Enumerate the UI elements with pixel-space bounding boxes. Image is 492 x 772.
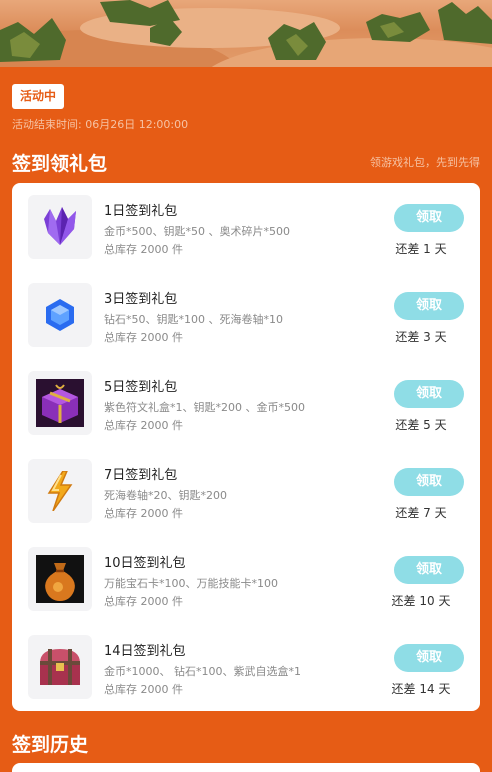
activity-end-time: 活动结束时间: 06月26日 12:00:00 [12, 118, 189, 131]
days-remaining: 还差 10 天 [391, 594, 451, 608]
package-row: 10日签到礼包 万能宝石卡*100、万能技能卡*100 总库存 2000 件 领… [12, 535, 480, 623]
package-title: 10日签到礼包 [104, 556, 186, 571]
status-badge: 活动中 [12, 84, 65, 109]
package-stock: 总库存 2000 件 [104, 243, 183, 256]
claim-button[interactable]: 领取 [394, 556, 464, 584]
blue-diamond-icon [28, 283, 92, 347]
package-stock: 总库存 2000 件 [104, 507, 183, 520]
claim-button[interactable]: 领取 [394, 204, 464, 232]
sign-section-hint: 领游戏礼包，先到先得 [370, 156, 480, 169]
purple-crystal-icon [28, 195, 92, 259]
package-row: 7日签到礼包 死海卷轴*20、钥匙*200 总库存 2000 件 领取 还差 7… [12, 447, 480, 535]
banner-image [0, 0, 492, 67]
treasure-chest-icon [28, 635, 92, 699]
package-stock: 总库存 2000 件 [104, 595, 183, 608]
package-stock: 总库存 2000 件 [104, 419, 183, 432]
package-items: 钻石*50、钥匙*100 、死海卷轴*10 [104, 313, 283, 326]
package-title: 1日签到礼包 [104, 204, 178, 219]
sign-package-list: 1日签到礼包 金币*500、钥匙*50 、奥术碎片*500 总库存 2000 件… [12, 183, 480, 711]
days-remaining: 还差 3 天 [395, 330, 447, 344]
package-title: 3日签到礼包 [104, 292, 178, 307]
package-title: 14日签到礼包 [104, 644, 186, 659]
days-remaining: 还差 5 天 [395, 418, 447, 432]
days-remaining: 还差 14 天 [391, 682, 451, 696]
package-row: 14日签到礼包 金币*1000、 钻石*100、紫武自选盒*1 总库存 2000… [12, 623, 480, 711]
package-row: 1日签到礼包 金币*500、钥匙*50 、奥术碎片*500 总库存 2000 件… [12, 183, 480, 271]
claim-button[interactable]: 领取 [394, 644, 464, 672]
package-items: 金币*1000、 钻石*100、紫武自选盒*1 [104, 665, 301, 678]
package-row: 5日签到礼包 紫色符文礼盒*1、钥匙*200 、金币*500 总库存 2000 … [12, 359, 480, 447]
claim-button[interactable]: 领取 [394, 380, 464, 408]
package-items: 紫色符文礼盒*1、钥匙*200 、金币*500 [104, 401, 305, 414]
days-remaining: 还差 7 天 [395, 506, 447, 520]
package-title: 5日签到礼包 [104, 380, 178, 395]
claim-button[interactable]: 领取 [394, 292, 464, 320]
days-remaining: 还差 1 天 [395, 242, 447, 256]
sign-section-title: 签到领礼包 [12, 153, 108, 175]
package-items: 金币*500、钥匙*50 、奥术碎片*500 [104, 225, 290, 238]
package-title: 7日签到礼包 [104, 468, 178, 483]
coin-bag-icon [28, 547, 92, 611]
history-card [12, 763, 480, 772]
claim-button[interactable]: 领取 [394, 468, 464, 496]
package-row: 3日签到礼包 钻石*50、钥匙*100 、死海卷轴*10 总库存 2000 件 … [12, 271, 480, 359]
package-stock: 总库存 2000 件 [104, 331, 183, 344]
package-items: 死海卷轴*20、钥匙*200 [104, 489, 227, 502]
history-section-title: 签到历史 [12, 734, 89, 756]
package-items: 万能宝石卡*100、万能技能卡*100 [104, 577, 278, 590]
lightning-icon [28, 459, 92, 523]
purple-gift-box-icon [28, 371, 92, 435]
package-stock: 总库存 2000 件 [104, 683, 183, 696]
